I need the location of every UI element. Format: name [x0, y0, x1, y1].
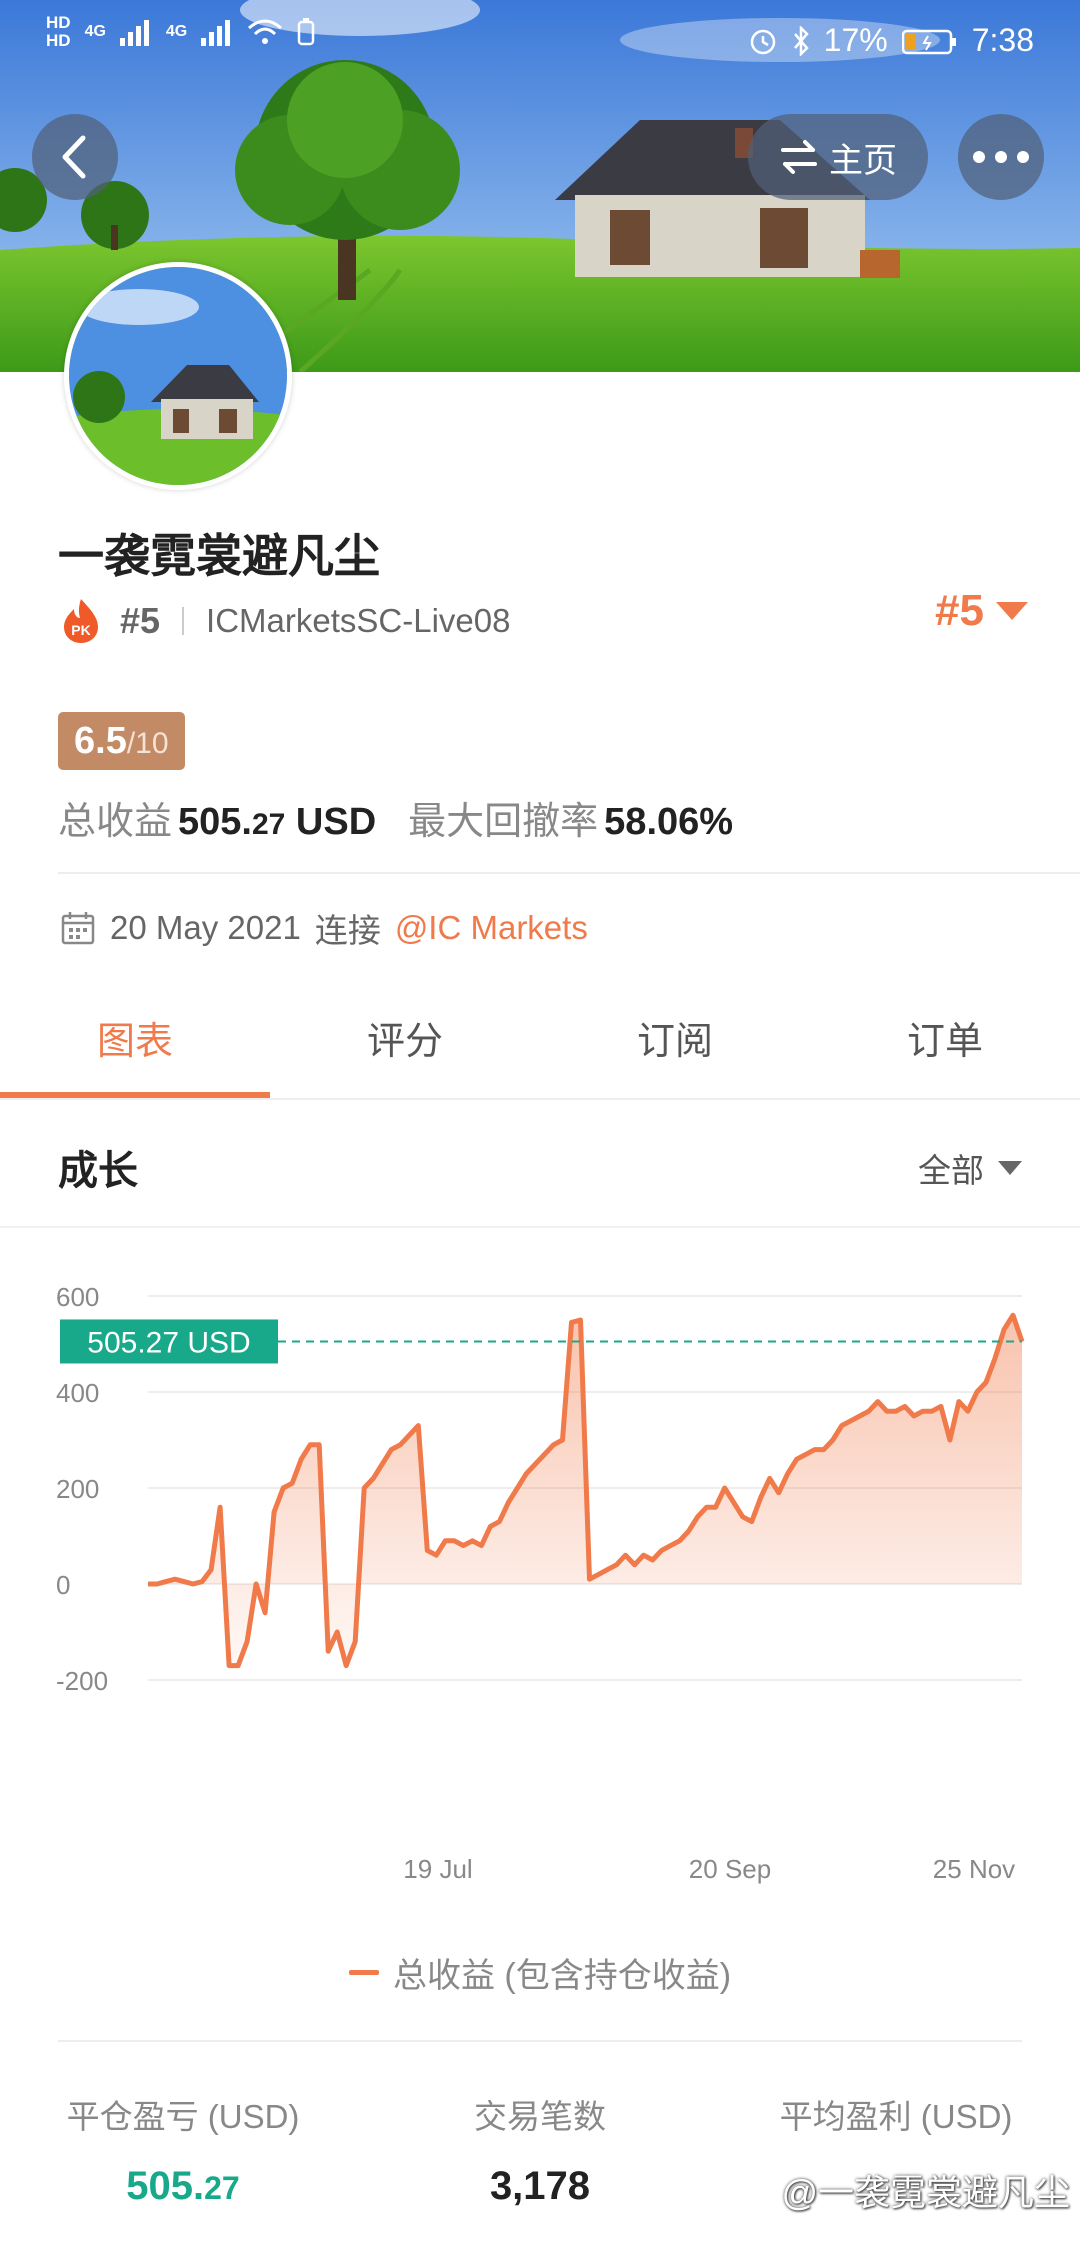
battery-percent: 17% — [823, 22, 888, 58]
rank-label: #5 — [120, 600, 161, 641]
more-options-button[interactable] — [958, 114, 1044, 200]
status-bar: HD HD 4G 4G 17% 7:38 — [0, 0, 1080, 84]
stat-label: 交易笔数 — [474, 2098, 606, 2135]
status-left: HD HD 4G 4G — [46, 14, 315, 50]
chevron-left-icon — [62, 135, 86, 179]
hd-label-2: HD — [46, 31, 71, 50]
total-profit-unit: USD — [285, 801, 377, 843]
calendar-icon — [61, 912, 95, 945]
divider — [58, 2040, 1022, 2042]
wifi-icon — [248, 19, 283, 44]
connect-text: 连接 — [314, 912, 381, 949]
drawdown-label: 最大回撤率 — [408, 801, 599, 843]
growth-chart[interactable]: 600 400 200 0 -200 19 Jul 20 Sep 25 Nov 505.27 U… — [0, 1250, 1080, 1910]
current-value-label: 505.27 USD — [87, 1326, 250, 1359]
divider — [58, 872, 1080, 874]
profile-name: 一袭霓裳避凡尘 — [58, 530, 380, 582]
score-badge: 6.5 /10 — [58, 712, 185, 770]
y-tick-label: 0 — [56, 1570, 70, 1600]
tab-rating[interactable]: 评分 — [270, 1000, 540, 1098]
status-right: 17% 7:38 — [748, 22, 1034, 59]
network-label-1: 4G — [84, 23, 106, 40]
connect-info: 20 May 2021 连接 @IC Markets — [60, 904, 588, 952]
y-tick-label: 400 — [56, 1378, 99, 1408]
profile-subline: PK #5 ICMarketsSC-Live08 — [60, 596, 510, 646]
signal-icon — [119, 20, 149, 46]
tab-orders[interactable]: 订单 — [810, 1000, 1080, 1098]
switch-arrows-icon — [781, 140, 817, 174]
score-max: /10 — [126, 727, 169, 760]
network-label-2: 4G — [165, 23, 188, 40]
tab-bar: 图表 评分 订阅 订单 — [0, 1000, 1080, 1100]
caret-down-icon — [996, 602, 1028, 620]
pk-fire-icon: PK — [64, 599, 98, 643]
tab-chart[interactable]: 图表 — [0, 1000, 270, 1098]
avatar[interactable] — [64, 262, 292, 490]
more-dots-icon — [973, 151, 1029, 163]
stat-value-dec: 27 — [204, 2170, 240, 2206]
separator — [182, 607, 185, 635]
total-profit-label: 总收益 — [58, 801, 173, 843]
bluetooth-icon — [793, 25, 809, 56]
watermark: @一袭霓裳避凡尘 — [781, 2164, 1070, 2216]
pk-label: PK — [71, 622, 90, 638]
battery-icon — [901, 29, 956, 54]
growth-section-header: 成长 全部 — [0, 1100, 1080, 1228]
legend-label: 总收益 (包含持仓收益) — [392, 1957, 732, 1995]
stat-value-int: 505. — [126, 2164, 205, 2208]
drawdown-value: 58.06% — [604, 801, 734, 843]
x-tick-label: 20 Sep — [689, 1854, 771, 1884]
profit-stats: 总收益 505.27 USD 最大回撤率 58.06% — [58, 790, 733, 845]
total-profit-int: 505. — [178, 801, 252, 843]
signal-icon-2 — [201, 20, 231, 46]
clock: 7:38 — [971, 22, 1034, 58]
total-profit-value: 505.27 USD — [178, 801, 376, 844]
y-tick-label: 200 — [56, 1474, 99, 1504]
home-button[interactable]: 主页 — [748, 114, 928, 200]
server-name: ICMarketsSC-Live08 — [206, 602, 511, 639]
back-button[interactable] — [32, 114, 118, 200]
data-saver-icon — [298, 18, 315, 46]
stat-label: 平均盈利 (USD) — [779, 2098, 1013, 2135]
broker-link[interactable]: @IC Markets — [395, 909, 588, 947]
caret-down-icon — [998, 1161, 1022, 1175]
home-label: 主页 — [829, 141, 897, 180]
chart-svg: 600 400 200 0 -200 19 Jul 20 Sep 25 Nov 505.27 U… — [56, 1282, 1025, 1884]
connect-date: 20 May 2021 — [110, 909, 301, 946]
range-dropdown[interactable]: 全部 — [918, 1144, 1022, 1192]
chart-legend: 总收益 (包含持仓收益) — [0, 1948, 1080, 1997]
section-title: 成长 — [58, 1149, 138, 1193]
rank-dropdown-label: #5 — [935, 586, 984, 635]
stat-closed-pl: 平仓盈亏 (USD) 505.27 — [58, 2090, 308, 2209]
tab-subscribe[interactable]: 订阅 — [540, 1000, 810, 1098]
stat-value: 505.27 — [58, 2164, 308, 2209]
rank-dropdown[interactable]: #5 — [935, 586, 1028, 636]
y-tick-label: -200 — [56, 1666, 108, 1696]
stat-value: 3,178 — [489, 2164, 591, 2208]
avatar-image — [69, 267, 287, 485]
x-tick-label: 25 Nov — [933, 1854, 1015, 1884]
watermark-text: @一袭霓裳避凡尘 — [781, 2172, 1070, 2213]
score-value: 6.5 — [74, 720, 127, 762]
stat-avg-profit: 平均盈利 (USD) — [770, 2090, 1022, 2138]
x-tick-label: 19 Jul — [403, 1854, 472, 1884]
alarm-icon — [750, 29, 775, 54]
stat-trade-count: 交易笔数 3,178 — [420, 2090, 660, 2209]
range-label: 全部 — [918, 1152, 984, 1189]
y-tick-label: 600 — [56, 1282, 99, 1312]
total-profit-dec: 27 — [251, 808, 286, 841]
hd-indicator: HD HD — [46, 14, 71, 50]
legend-swatch — [348, 1970, 379, 1975]
stat-label: 平仓盈亏 (USD) — [66, 2098, 300, 2135]
hd-label-1: HD — [46, 13, 71, 32]
